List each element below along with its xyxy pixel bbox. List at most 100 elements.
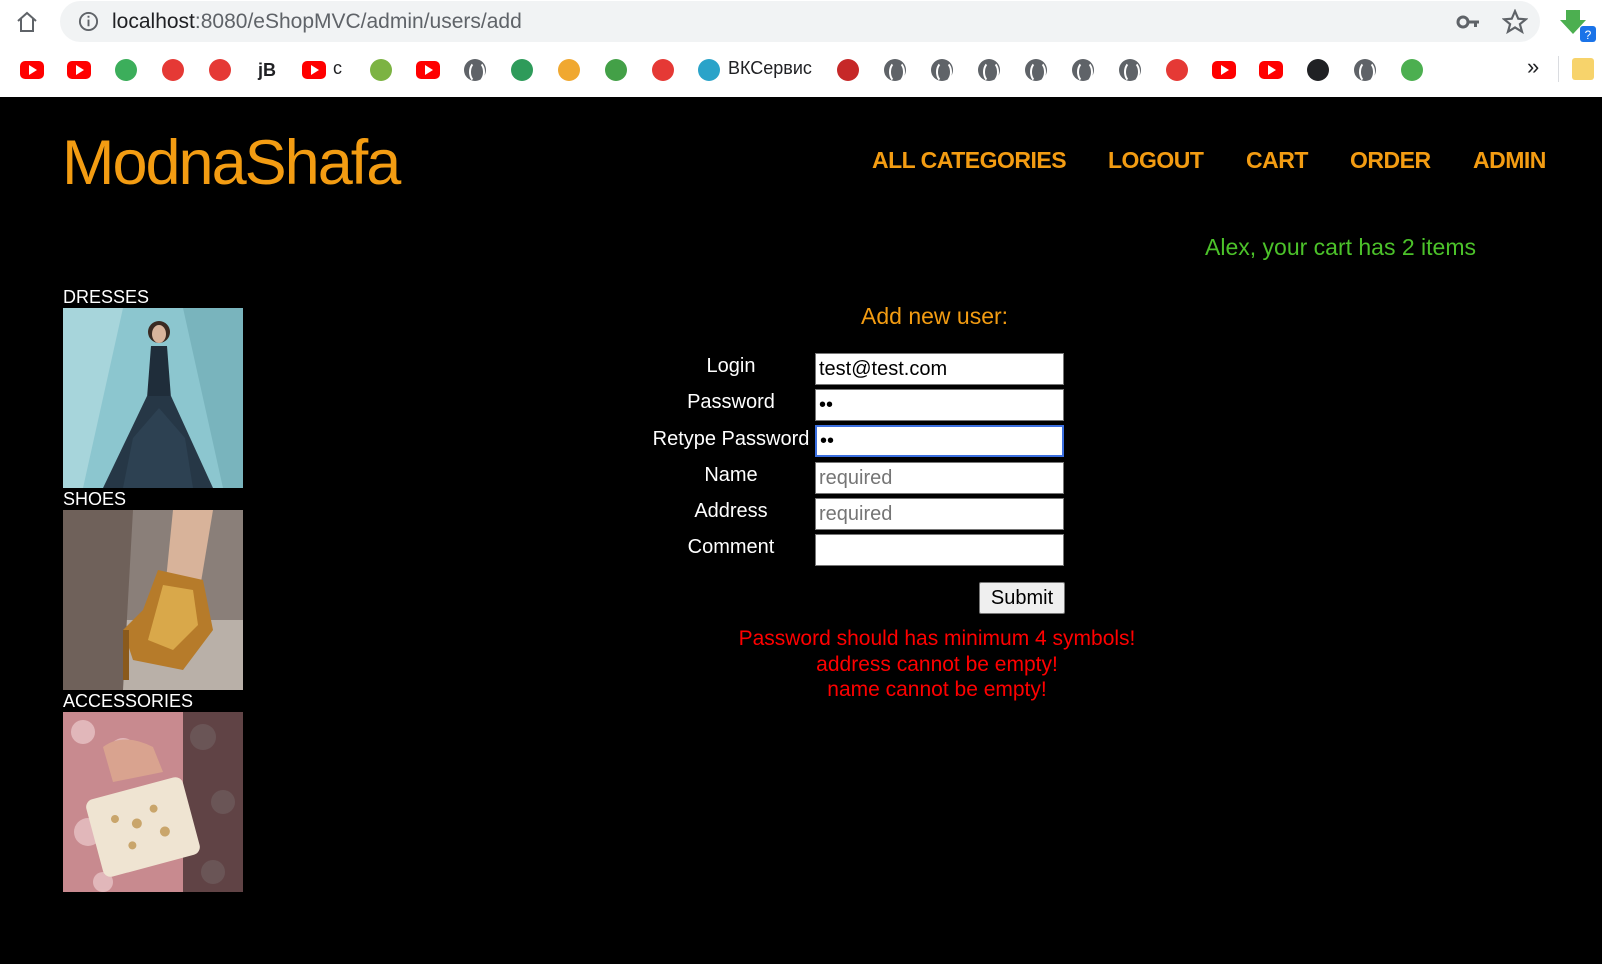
error-password: Password should has minimum 4 symbols! xyxy=(738,627,1136,650)
home-icon[interactable] xyxy=(14,9,40,35)
error-name: name cannot be empty! xyxy=(827,678,1047,701)
site-logo[interactable]: ModnaShafa xyxy=(62,127,401,199)
globe-glyph xyxy=(1354,59,1376,83)
info-icon[interactable] xyxy=(78,11,99,32)
youtube-glyph xyxy=(302,61,326,79)
bookmarks-separator xyxy=(1558,56,1559,82)
green-circle-icon[interactable] xyxy=(509,57,535,83)
youtube-glyph xyxy=(1212,61,1236,79)
house-glyph xyxy=(837,59,859,81)
apple-glyph xyxy=(370,59,392,81)
vk-service-icon[interactable] xyxy=(696,57,722,83)
globe-icon[interactable] xyxy=(929,57,955,83)
password-label: Password xyxy=(687,391,775,413)
name-label: Name xyxy=(704,464,758,486)
name-input[interactable] xyxy=(815,462,1064,494)
login-input[interactable] xyxy=(815,353,1064,385)
green-leaf-glyph xyxy=(1401,59,1423,81)
red-circle-glyph xyxy=(162,59,184,81)
nav-cart[interactable]: CART xyxy=(1246,147,1308,174)
nav-all-categories[interactable]: ALL CATEGORIES xyxy=(872,147,1067,174)
youtube-glyph xyxy=(1259,61,1283,79)
address-input[interactable] xyxy=(815,498,1064,530)
leaf-glyph xyxy=(605,59,627,81)
youtube-icon[interactable] xyxy=(1211,57,1237,83)
bookmarks-bar: jB c ВКСервис » xyxy=(0,48,1602,90)
globe-glyph xyxy=(884,59,906,83)
globe-glyph xyxy=(1119,59,1141,83)
vk-service-glyph xyxy=(698,59,720,81)
feather-icon[interactable] xyxy=(650,57,676,83)
house-icon[interactable] xyxy=(835,57,861,83)
bookmark-label[interactable]: ВКСервис xyxy=(728,58,812,79)
coins-icon[interactable] xyxy=(556,57,582,83)
category-image-shoes[interactable] xyxy=(63,510,243,690)
nav-order[interactable]: ORDER xyxy=(1350,147,1431,174)
globe-icon[interactable] xyxy=(882,57,908,83)
youtube-glyph xyxy=(67,61,91,79)
globe-glyph xyxy=(1072,59,1094,83)
globe-icon[interactable] xyxy=(1070,57,1096,83)
globe-glyph xyxy=(1025,59,1047,83)
youtube-icon[interactable] xyxy=(301,57,327,83)
category-label-dresses[interactable]: DRESSES xyxy=(63,287,149,308)
login-label: Login xyxy=(706,355,756,377)
retype-password-label: Retype Password xyxy=(652,428,810,450)
download-extension-icon[interactable]: ? xyxy=(1558,4,1598,44)
coins-glyph xyxy=(558,59,580,81)
youtube-glyph xyxy=(20,61,44,79)
error-address: address cannot be empty! xyxy=(816,653,1058,676)
url-text[interactable]: localhost:8080/eShopMVC/admin/users/add xyxy=(112,10,522,34)
more-bookmarks-chevron[interactable]: » xyxy=(1527,54,1539,80)
youtube-glyph xyxy=(416,61,440,79)
bookmark-star-icon[interactable] xyxy=(1502,9,1528,35)
form-title: Add new user: xyxy=(861,303,1009,329)
apple-icon[interactable] xyxy=(368,57,394,83)
question-icon[interactable] xyxy=(207,57,233,83)
a-icon[interactable] xyxy=(1305,57,1331,83)
leaf-icon[interactable] xyxy=(603,57,629,83)
red-cross-icon[interactable] xyxy=(1164,57,1190,83)
address-label: Address xyxy=(694,500,768,522)
comment-label: Comment xyxy=(687,536,775,558)
green-circle-glyph xyxy=(511,59,533,81)
youtube-icon[interactable] xyxy=(415,57,441,83)
a-glyph xyxy=(1307,59,1329,81)
refresh-green-glyph xyxy=(115,59,137,81)
red-cross-glyph xyxy=(1166,59,1188,81)
globe-icon[interactable] xyxy=(462,57,488,83)
key-icon[interactable] xyxy=(1456,11,1480,33)
globe-glyph xyxy=(464,59,486,83)
globe-glyph xyxy=(931,59,953,83)
svg-text:?: ? xyxy=(1585,28,1592,42)
page: ModnaShafa ALL CATEGORIES LOGOUT CART OR… xyxy=(0,97,1602,964)
comment-input[interactable] xyxy=(815,534,1064,566)
refresh-green-icon[interactable] xyxy=(113,57,139,83)
globe-icon[interactable] xyxy=(1352,57,1378,83)
retype-password-input[interactable] xyxy=(815,425,1064,457)
nav-admin[interactable]: ADMIN xyxy=(1473,147,1546,174)
browser-chrome: localhost:8080/eShopMVC/admin/users/add … xyxy=(0,0,1602,97)
submit-button[interactable]: Submit xyxy=(979,582,1065,614)
question-glyph xyxy=(209,59,231,81)
red-circle-icon[interactable] xyxy=(160,57,186,83)
address-bar[interactable]: localhost:8080/eShopMVC/admin/users/add xyxy=(60,1,1540,42)
category-image-dresses[interactable] xyxy=(63,308,243,488)
category-image-accessories[interactable] xyxy=(63,712,243,892)
password-input[interactable] xyxy=(815,389,1064,421)
globe-icon[interactable] xyxy=(1023,57,1049,83)
youtube-icon[interactable] xyxy=(66,57,92,83)
bookmark-label[interactable]: c xyxy=(333,58,342,79)
globe-icon[interactable] xyxy=(976,57,1002,83)
jb-icon[interactable]: jB xyxy=(254,57,280,83)
youtube-icon[interactable] xyxy=(19,57,45,83)
category-label-shoes[interactable]: SHOES xyxy=(63,489,126,510)
feather-glyph xyxy=(652,59,674,81)
nav-logout[interactable]: LOGOUT xyxy=(1108,147,1204,174)
green-leaf-icon[interactable] xyxy=(1399,57,1425,83)
globe-icon[interactable] xyxy=(1117,57,1143,83)
category-label-accessories[interactable]: ACCESSORIES xyxy=(63,691,193,712)
other-bookmarks-folder-icon[interactable] xyxy=(1572,58,1594,80)
globe-glyph xyxy=(978,59,1000,83)
youtube-icon[interactable] xyxy=(1258,57,1284,83)
